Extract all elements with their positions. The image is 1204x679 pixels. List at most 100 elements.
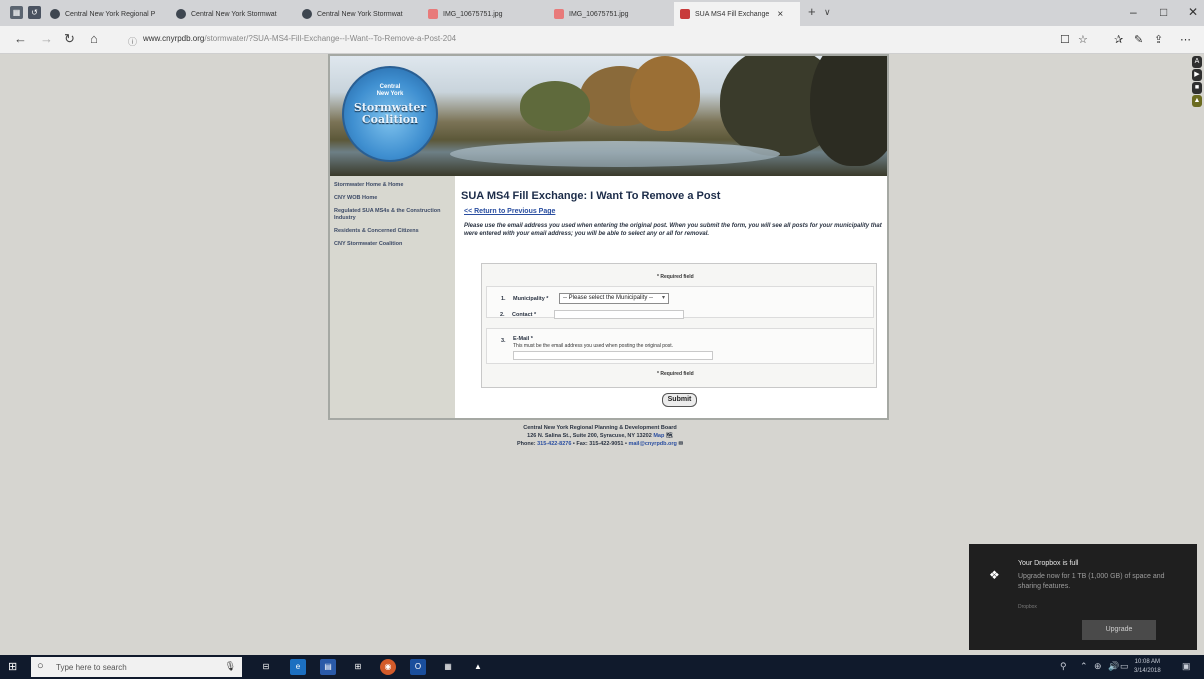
extension-icon-a[interactable]: A	[1192, 56, 1202, 68]
sidebar-item-cny-stormwater-coalition[interactable]: CNY Stormwater Coalition	[334, 241, 451, 248]
sidebar-item-stormwater-home[interactable]: Stormwater Home & Home	[334, 182, 451, 189]
tab-label: IMG_10675751.jpg	[569, 10, 629, 18]
maximize-button[interactable]: □	[1160, 5, 1167, 19]
tab-image-2[interactable]: IMG_10675751.jpg	[548, 2, 674, 26]
logo-text-central: Central	[379, 84, 401, 90]
volume-icon[interactable]: 🔊	[1108, 661, 1119, 672]
outlook-taskbar-icon[interactable]: O	[410, 659, 426, 675]
close-tab-icon[interactable]: ×	[777, 9, 783, 20]
chevron-down-icon: ▾	[661, 295, 665, 301]
home-button[interactable]: ⌂	[90, 31, 98, 46]
field-number: 3.	[501, 338, 506, 344]
required-field-note: * Required field	[657, 274, 694, 280]
sidebar-item-residents[interactable]: Residents & Concerned Citizens	[334, 228, 451, 235]
return-to-previous-page-link[interactable]: << Return to Previous Page	[464, 208, 555, 215]
set-aside-tabs-icon[interactable]: ↺	[28, 6, 41, 19]
instructions-text: Please use the email address you used wh…	[464, 223, 882, 237]
file-explorer-taskbar-icon[interactable]: ▦	[440, 659, 456, 675]
footer-address: 126 N. Salina St., Suite 200, Syracuse, …	[527, 433, 652, 439]
footer-phone-label: Phone:	[516, 441, 536, 447]
site-footer: Central New York Regional Planning & Dev…	[470, 424, 730, 448]
cortana-icon: ○	[37, 660, 44, 672]
sidebar-item-regulated-ms4s[interactable]: Regulated SUA MS4s & the Construction In…	[334, 208, 451, 222]
field-number: 1.	[501, 296, 506, 302]
action-center-icon[interactable]: ▣	[1182, 661, 1191, 672]
show-hidden-icons-chevron[interactable]: ⌃	[1080, 661, 1088, 672]
footer-address-line: 126 N. Salina St., Suite 200, Syracuse, …	[470, 432, 730, 440]
minimize-button[interactable]: –	[1130, 5, 1137, 19]
email-icon: ✉	[678, 441, 684, 447]
field-number: 2.	[500, 312, 505, 318]
contact-label: Contact *	[512, 312, 537, 318]
banner-tree	[810, 56, 887, 166]
email-input[interactable]	[513, 351, 713, 360]
edge-taskbar-icon[interactable]: e	[290, 659, 306, 675]
logo-text-new-york: New York	[376, 91, 404, 97]
favorite-star-icon[interactable]: ☆	[1078, 33, 1088, 46]
extension-icon-square[interactable]: ■	[1192, 82, 1202, 94]
tab-label: SUA MS4 Fill Exchange	[695, 10, 770, 18]
required-field-note-bottom: * Required field	[657, 371, 694, 377]
banner-tree	[630, 56, 700, 131]
footer-phone-link[interactable]: 315-422-8276	[537, 441, 571, 447]
globe-icon	[302, 9, 312, 19]
footer-email-link[interactable]: mail@cnyrpdb.org	[628, 441, 676, 447]
email-label: E-Mail *	[513, 336, 533, 342]
new-tab-button[interactable]: +	[808, 4, 816, 19]
share-icon[interactable]: ⇪	[1154, 33, 1163, 46]
browser-navigation-bar: ← → ↻ ⌂ ⓘ www.cnyrpdb.org/stormwater/?SU…	[0, 26, 1204, 54]
chrome-taskbar-icon[interactable]: ◉	[380, 659, 396, 675]
municipality-select[interactable]: -- Please select the Municipality -- ▾	[559, 293, 669, 304]
tab-central-new-york-regional[interactable]: Central New York Regional P	[44, 2, 170, 26]
battery-icon[interactable]: ▭	[1120, 661, 1129, 672]
network-icon[interactable]: ⊕	[1094, 661, 1102, 672]
image-icon	[428, 9, 438, 19]
contact-input[interactable]	[554, 310, 684, 319]
more-menu-icon[interactable]: ⋯	[1180, 33, 1191, 46]
favorites-hub-icon[interactable]: ✰	[1114, 33, 1123, 46]
browser-tab-bar: ▦ ↺ Central New York Regional P Central …	[0, 0, 1204, 26]
dropbox-notification[interactable]: ❖ Your Dropbox is full Upgrade now for 1…	[969, 544, 1197, 650]
photos-taskbar-icon[interactable]: ▲	[470, 659, 486, 675]
tab-central-new-york-stormwater-2[interactable]: Central New York Stormwat	[296, 2, 422, 26]
tab-preview-icon[interactable]: ▦	[10, 6, 23, 19]
upgrade-button[interactable]: Upgrade	[1082, 620, 1156, 640]
page-title: SUA MS4 Fill Exchange: I Want To Remove …	[461, 190, 721, 202]
globe-icon	[50, 9, 60, 19]
web-page: Central New York Stormwater Coalition St…	[328, 54, 889, 420]
taskbar-clock[interactable]: 10:08 AM 3/14/2018	[1134, 658, 1161, 676]
store-taskbar-icon[interactable]: ⊞	[350, 659, 366, 675]
stormwater-coalition-logo[interactable]: Central New York Stormwater Coalition	[342, 66, 438, 162]
main-content: SUA MS4 Fill Exchange: I Want To Remove …	[461, 176, 887, 418]
address-bar[interactable]: www.cnyrpdb.org/stormwater/?SUA-MS4-Fill…	[143, 34, 456, 43]
page-icon	[680, 9, 690, 19]
site-sidebar-nav: Stormwater Home & Home CNY WOB Home Regu…	[330, 176, 455, 418]
task-view-icon[interactable]: ⊟	[258, 659, 274, 675]
extension-icon-play[interactable]: ▶	[1192, 69, 1202, 81]
municipality-label: Municipality *	[513, 296, 549, 302]
tab-label: Central New York Stormwat	[191, 10, 277, 18]
submit-button[interactable]: Submit	[662, 393, 697, 407]
footer-map-link[interactable]: Map	[653, 433, 664, 439]
tab-sua-ms4-fill-exchange[interactable]: SUA MS4 Fill Exchange ×	[674, 2, 800, 26]
web-notes-icon[interactable]: ✎	[1134, 33, 1143, 46]
close-window-button[interactable]: ✕	[1188, 5, 1198, 19]
back-button[interactable]: ←	[14, 31, 27, 46]
email-row: 3. E-Mail * This must be the email addre…	[486, 328, 874, 364]
taskbar-search-box[interactable]: ○ Type here to search 🎙	[31, 657, 242, 677]
windows-start-icon[interactable]: ⊞	[8, 660, 17, 673]
refresh-button[interactable]: ↻	[64, 31, 75, 47]
site-info-icon[interactable]: ⓘ	[128, 35, 137, 48]
remove-post-form: * Required field 1. Municipality * -- Pl…	[481, 263, 877, 388]
forward-button[interactable]: →	[40, 31, 53, 46]
tab-list-button[interactable]: ∨	[824, 7, 831, 18]
reading-view-icon[interactable]: ☐	[1060, 33, 1070, 46]
extension-icon-triangle[interactable]: ▲	[1192, 95, 1202, 107]
footer-organization: Central New York Regional Planning & Dev…	[523, 425, 677, 431]
app-taskbar-icon[interactable]: ▤	[320, 659, 336, 675]
tab-central-new-york-stormwater-1[interactable]: Central New York Stormwat	[170, 2, 296, 26]
sidebar-item-cny-wob-home[interactable]: CNY WOB Home	[334, 195, 451, 202]
tab-image-1[interactable]: IMG_10675751.jpg	[422, 2, 548, 26]
microphone-icon[interactable]: 🎙	[225, 661, 236, 672]
people-icon[interactable]: ⚲	[1060, 661, 1067, 672]
